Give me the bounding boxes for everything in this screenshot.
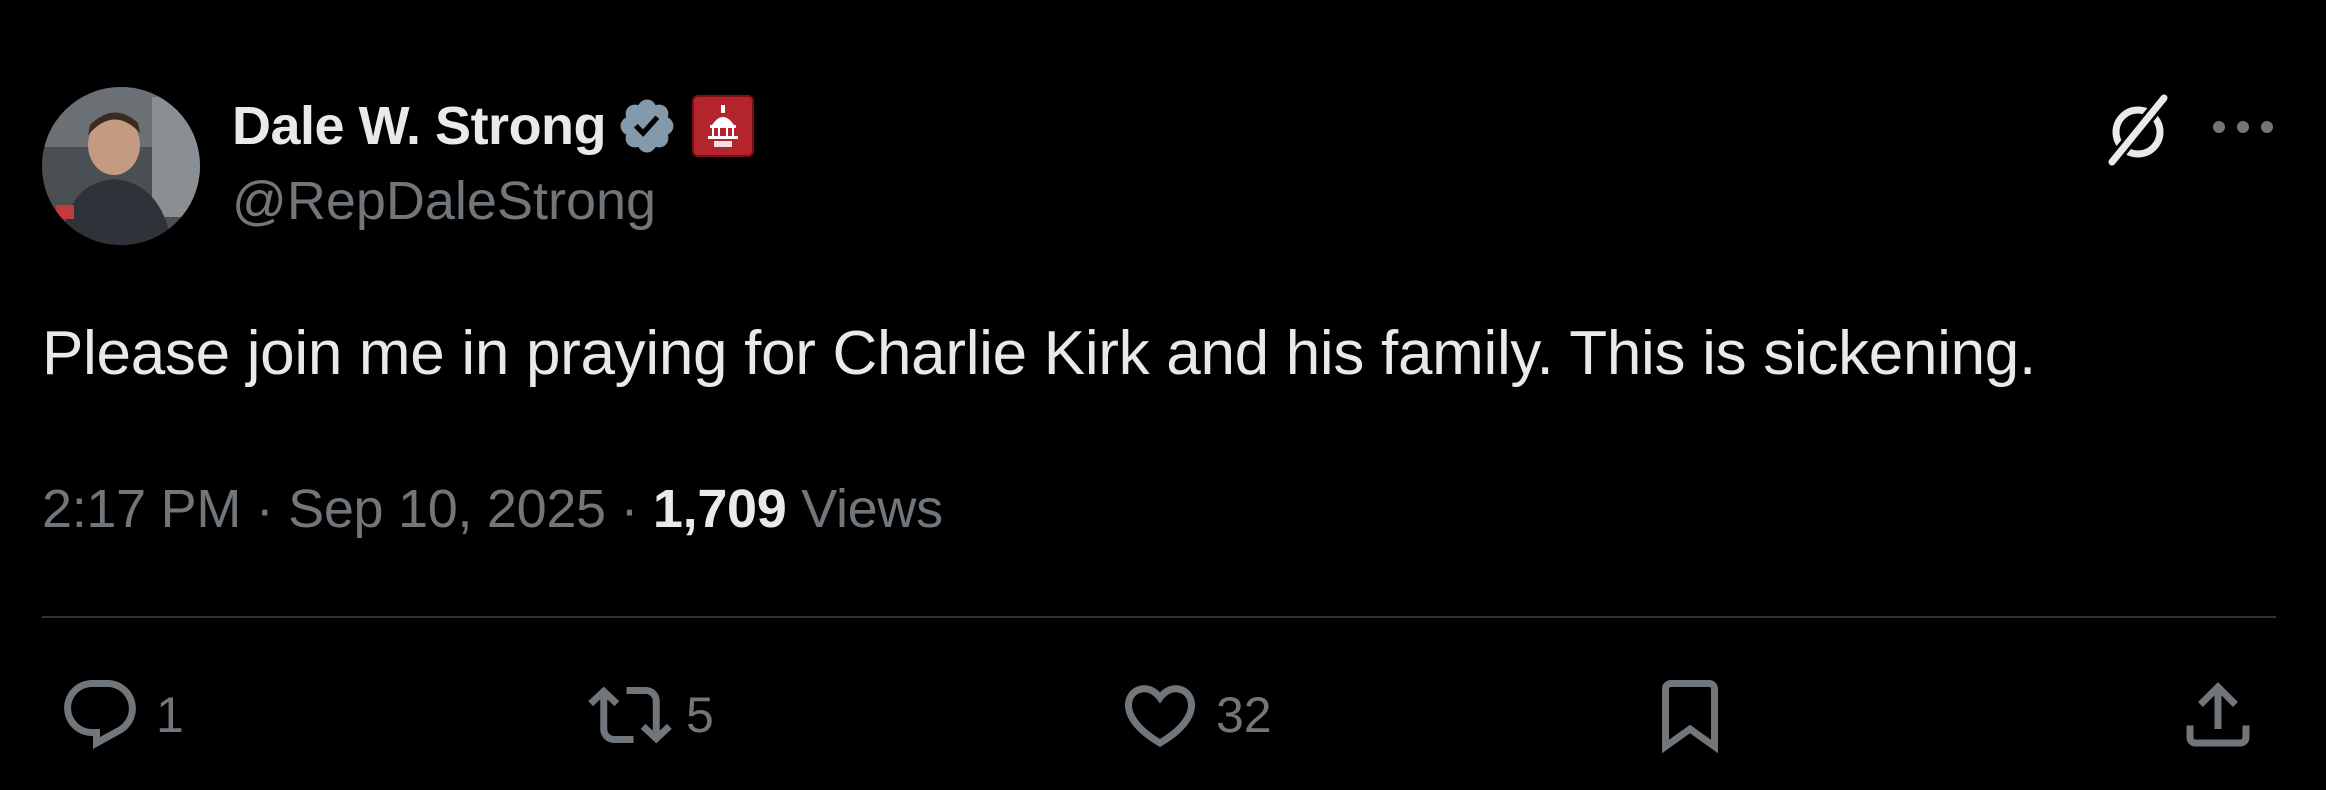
meta-separator: ·	[620, 479, 639, 539]
grok-icon[interactable]	[2098, 88, 2180, 170]
house-gop-badge-icon[interactable]	[692, 95, 755, 157]
share-icon	[2186, 682, 2250, 747]
reply-icon	[64, 680, 136, 749]
retweet-button[interactable]: 5	[588, 672, 714, 758]
author-name-row: Dale W. Strong	[232, 90, 755, 162]
reply-button[interactable]: 1	[58, 672, 184, 758]
avatar-photo	[42, 87, 200, 245]
like-count: 32	[1216, 687, 1272, 743]
bookmark-button[interactable]	[1648, 672, 1732, 758]
views-count[interactable]: 1,709	[653, 479, 787, 539]
tweet-time[interactable]: 2:17 PM	[42, 479, 241, 539]
heart-icon	[1124, 685, 1196, 748]
reply-count: 1	[156, 687, 184, 743]
divider	[42, 616, 2276, 618]
share-button[interactable]	[2176, 672, 2260, 758]
like-button[interactable]: 32	[1118, 672, 1272, 758]
more-icon[interactable]	[2208, 110, 2278, 144]
verified-badge-icon[interactable]	[616, 95, 678, 157]
retweet-count: 5	[686, 687, 714, 743]
retweet-icon	[588, 686, 672, 744]
tweet-date[interactable]: Sep 10, 2025	[288, 479, 606, 539]
avatar[interactable]	[42, 87, 200, 245]
views-label: Views	[801, 479, 943, 539]
tweet-meta: 2:17 PM · Sep 10, 2025 · 1,709 Views	[42, 478, 943, 540]
bookmark-icon	[1662, 680, 1718, 754]
meta-separator: ·	[255, 479, 274, 539]
author-display-name[interactable]: Dale W. Strong	[232, 95, 607, 157]
capitol-dome-icon	[708, 105, 739, 147]
author-handle[interactable]: @RepDaleStrong	[232, 170, 656, 232]
tweet-text: Please join me in praying for Charlie Ki…	[42, 319, 2036, 388]
